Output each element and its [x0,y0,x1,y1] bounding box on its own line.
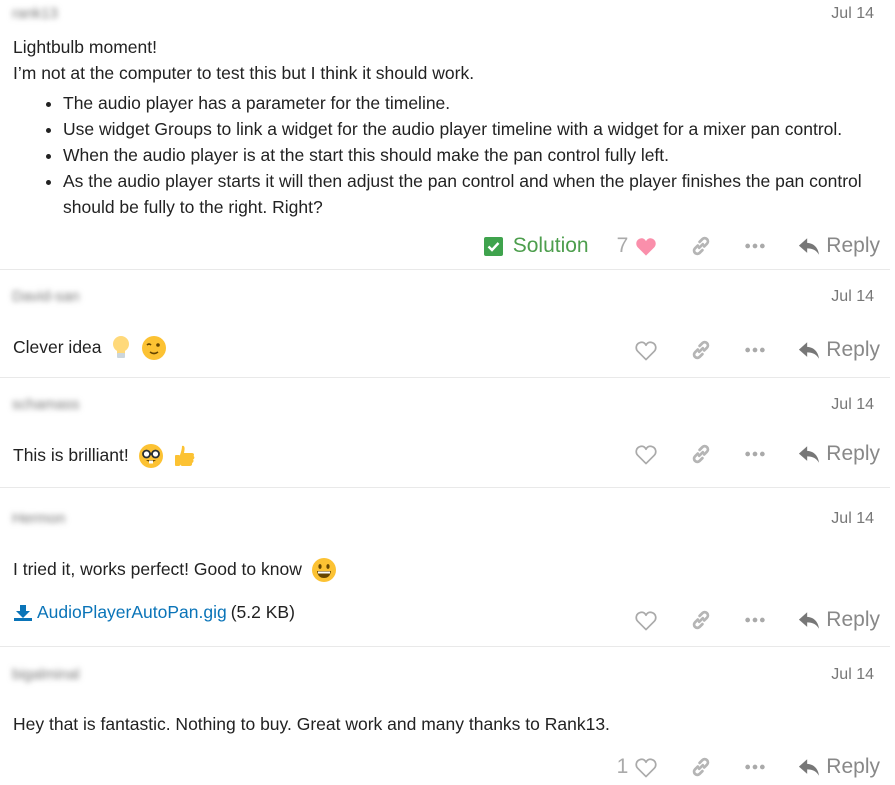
nerd-face-emoji [138,444,163,469]
link-icon [690,235,712,257]
reply-button[interactable]: Reply [798,608,880,632]
post-text: This is brilliant! [13,445,129,465]
like-count: 1 [616,755,629,778]
solution-label: Solution [512,234,589,257]
heart-outline-icon [634,757,658,778]
reply-label: Reply [826,608,880,631]
reply-icon [798,341,820,360]
link-icon [690,756,712,778]
post-username[interactable]: rank13 [12,5,58,22]
more-options-button[interactable] [744,450,766,458]
post-date[interactable]: Jul 14 [831,288,874,306]
post: rank13 Jul 14 Lightbulb moment! I’m not … [0,0,890,270]
bullet-item: Use widget Groups to link a widget for t… [63,116,883,142]
post-text: Clever idea [13,337,102,357]
checkbox-icon [483,236,503,256]
thumbs-up-emoji [175,446,195,467]
like-button[interactable]: 7 [617,234,659,258]
heart-outline-icon [634,444,658,465]
post-body: This is brilliant! [13,442,198,469]
reply-icon [798,758,820,777]
reply-icon [798,611,820,630]
download-icon [14,604,32,621]
copy-link-button[interactable] [690,339,712,361]
heart-outline-icon [634,610,658,631]
reply-button[interactable]: Reply [798,755,880,779]
ellipsis-icon [744,616,766,624]
post-actions: 1 Reply [617,755,880,779]
link-icon [690,339,712,361]
post-actions: Reply [634,608,880,632]
copy-link-button[interactable] [690,756,712,778]
more-options-button[interactable] [744,346,766,354]
post-actions: Reply [634,442,880,466]
post-username[interactable]: bigalminal [12,666,80,683]
more-options-button[interactable] [744,616,766,624]
post-username[interactable]: David-san [12,288,80,305]
post-actions: Solution 7 Reply [483,234,880,258]
attachment-link[interactable]: AudioPlayerAutoPan.gig [37,602,227,623]
light-bulb-emoji [113,336,130,359]
post-date[interactable]: Jul 14 [831,666,874,684]
reply-button[interactable]: Reply [798,234,880,258]
attachment: AudioPlayerAutoPan.gig (5.2 KB) [13,602,295,623]
like-count: 7 [616,234,629,257]
link-icon [690,443,712,465]
post-text: Hey that is fantastic. Nothing to buy. G… [13,714,610,734]
like-button[interactable] [634,610,658,631]
more-options-button[interactable] [744,763,766,771]
reply-button[interactable]: Reply [798,338,880,362]
solution-badge[interactable]: Solution [483,234,589,258]
copy-link-button[interactable] [690,443,712,465]
heart-outline-icon [634,340,658,361]
post-actions: Reply [634,338,880,362]
reply-label: Reply [826,755,880,778]
post-text: I tried it, works perfect! Good to know [13,559,302,579]
winking-face-emoji [142,336,167,361]
attachment-size: (5.2 KB) [230,602,295,622]
reply-icon [798,445,820,464]
reply-label: Reply [826,234,880,257]
post: Hermon Jul 14 I tried it, works perfect!… [0,488,890,647]
bullet-item: The audio player has a parameter for the… [63,90,883,116]
reply-label: Reply [826,338,880,361]
reply-icon [798,237,820,256]
post-body-line: I’m not at the computer to test this but… [13,63,475,83]
post-date[interactable]: Jul 14 [831,396,874,414]
copy-link-button[interactable] [690,235,712,257]
more-options-button[interactable] [744,242,766,250]
post-date[interactable]: Jul 14 [831,5,874,23]
heart-filled-icon [634,236,658,257]
copy-link-button[interactable] [690,609,712,631]
like-button[interactable] [634,340,658,361]
like-button[interactable] [634,444,658,465]
bullet-list: The audio player has a parameter for the… [40,90,883,220]
ellipsis-icon [744,242,766,250]
ellipsis-icon [744,346,766,354]
post: bigalminal Jul 14 Hey that is fantastic.… [0,647,890,785]
post-body: I tried it, works perfect! Good to know [13,556,337,583]
ellipsis-icon [744,763,766,771]
link-icon [690,609,712,631]
post-body-line: Lightbulb moment! [13,37,157,57]
post-username[interactable]: Hermon [12,510,65,527]
post-body: Clever idea [13,334,167,361]
post: David-san Jul 14 Clever idea Reply [0,270,890,378]
reply-label: Reply [826,442,880,465]
post: schamass Jul 14 This is brilliant! Reply [0,378,890,488]
reply-button[interactable]: Reply [798,442,880,466]
like-button[interactable]: 1 [617,755,659,779]
post-username[interactable]: schamass [12,396,80,413]
post-date[interactable]: Jul 14 [831,510,874,528]
bullet-item: As the audio player starts it will then … [63,168,883,220]
bullet-item: When the audio player is at the start th… [63,142,883,168]
grinning-face-emoji [311,558,336,583]
ellipsis-icon [744,450,766,458]
